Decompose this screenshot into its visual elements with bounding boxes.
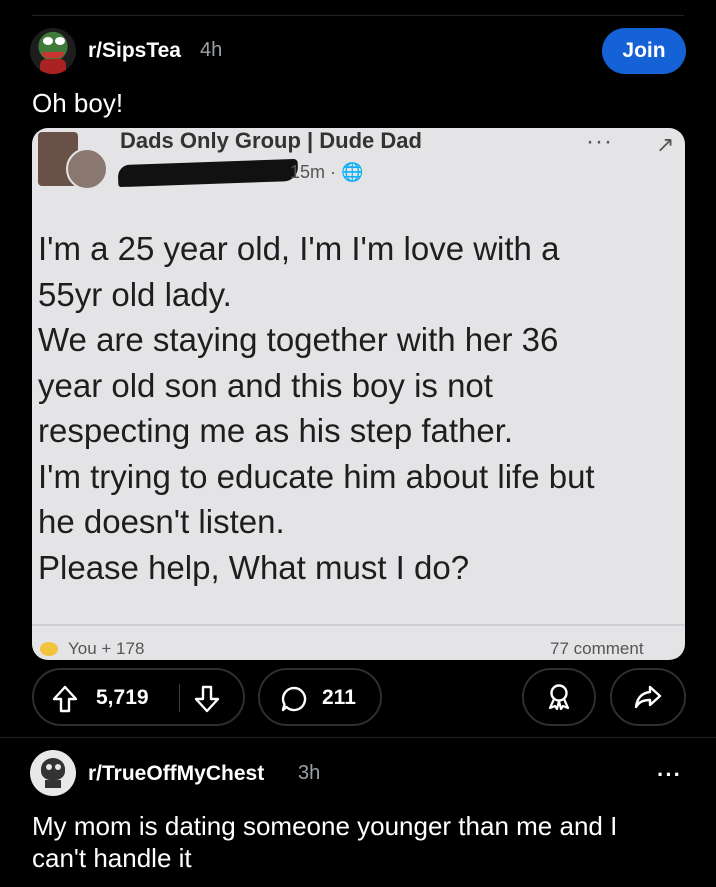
- post-age: 3h: [298, 762, 321, 784]
- avatar-eye: [43, 37, 53, 45]
- avatar-body: [40, 59, 66, 74]
- fb-expand-icon: ↗: [656, 132, 675, 157]
- post-actions: 5,719 211: [32, 668, 686, 728]
- more-icon[interactable]: ···: [657, 762, 682, 788]
- post-header: r/SipsTea 4h Join: [30, 28, 686, 76]
- avatar-mouth: [42, 52, 64, 58]
- author-avatar: [66, 148, 108, 190]
- top-divider: [32, 15, 684, 16]
- subreddit-avatar[interactable]: [30, 750, 76, 796]
- fb-comment-count: 77 comment: [550, 639, 644, 658]
- fb-post-meta: 15m · 🌐: [290, 162, 364, 182]
- fb-reactions: You + 178: [68, 639, 145, 658]
- reaction-icon: [40, 642, 58, 656]
- comments-button[interactable]: 211: [258, 668, 382, 726]
- avatar-eye: [55, 37, 65, 45]
- avatar-eye: [55, 764, 61, 770]
- post-separator: [0, 737, 716, 738]
- arrow-up-icon[interactable]: [52, 685, 78, 713]
- group-name: Dads Only Group | Dude Dad: [120, 128, 422, 153]
- subreddit-avatar[interactable]: [30, 28, 76, 74]
- share-icon: [634, 684, 662, 710]
- fb-more-icon: ···: [586, 128, 613, 155]
- avatar-eye: [46, 764, 52, 770]
- award-button[interactable]: [522, 668, 596, 726]
- post-title[interactable]: Oh boy!: [32, 88, 123, 119]
- subreddit-name[interactable]: r/TrueOffMyChest: [88, 762, 264, 786]
- award-icon: [546, 683, 572, 711]
- post-image[interactable]: Dads Only Group | Dude Dad 15m · 🌐 ··· ↗…: [32, 128, 685, 660]
- vote-separator: [179, 684, 180, 712]
- subreddit-name[interactable]: r/SipsTea: [88, 39, 181, 63]
- vote-control: 5,719: [32, 668, 245, 726]
- comment-bubble-icon: [280, 685, 308, 713]
- next-post-header: r/TrueOffMyChest 3h ···: [30, 748, 686, 796]
- fb-post-body: I'm a 25 year old, I'm I'm love with a 5…: [38, 230, 595, 586]
- fb-divider: [32, 624, 685, 626]
- share-button[interactable]: [610, 668, 686, 726]
- post-age: 4h: [200, 39, 223, 61]
- avatar-skull: [41, 758, 65, 780]
- arrow-down-icon[interactable]: [194, 685, 220, 713]
- avatar-jaw: [45, 780, 61, 788]
- comment-count: 211: [322, 686, 356, 709]
- join-button[interactable]: Join: [602, 28, 686, 74]
- next-post-title[interactable]: My mom is dating someone younger than me…: [32, 810, 672, 874]
- upvote-count: 5,719: [96, 686, 149, 709]
- redacted-author-name: [117, 158, 299, 188]
